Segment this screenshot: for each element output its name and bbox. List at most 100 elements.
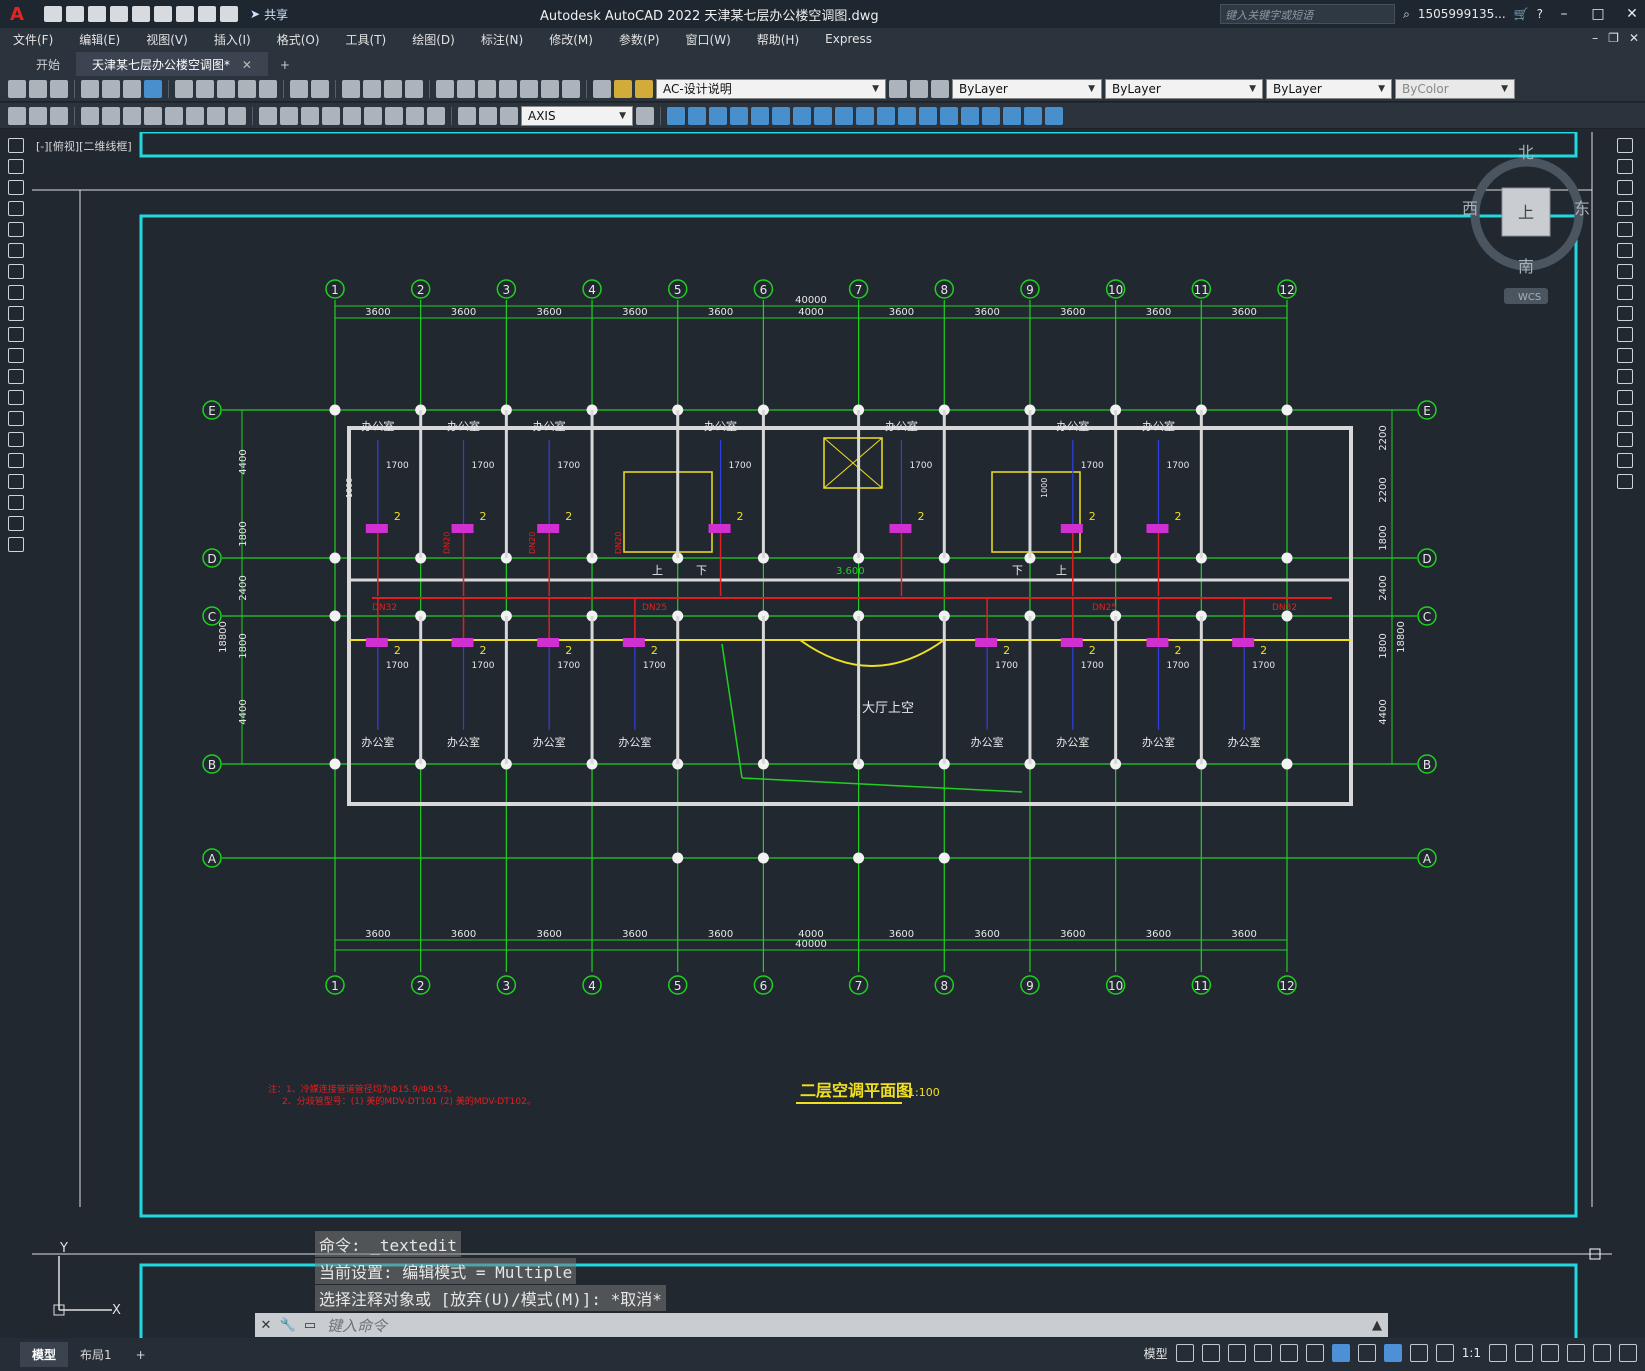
baseline-icon[interactable] [280,106,298,125]
preview-icon[interactable] [102,79,120,98]
publish-icon[interactable] [123,79,141,98]
sheet-set-icon[interactable] [499,79,517,98]
new-tab-button[interactable]: + [268,54,302,76]
lineweight-icon[interactable] [1357,1344,1376,1362]
mtext-icon[interactable] [8,516,24,531]
chevron-up-icon[interactable]: ▲ [1366,1318,1388,1333]
line-icon[interactable] [8,138,24,153]
cone-icon[interactable] [709,106,727,125]
menu-help[interactable]: 帮助(H) [744,31,812,48]
polyline-icon[interactable] [8,180,24,195]
plotstyle-dropdown[interactable]: ByColor ▼ [1395,78,1515,99]
plot-icon[interactable] [176,6,194,22]
subtract-icon[interactable] [919,106,937,125]
hardware-acceleration-icon[interactable] [1567,1344,1585,1362]
snap-icon[interactable] [1201,1344,1220,1362]
menu-parametric[interactable]: 参数(P) [606,31,673,48]
spline-icon[interactable] [8,306,24,321]
menu-draw[interactable]: 绘图(D) [399,31,468,48]
ellipse-arc-icon[interactable] [8,348,24,363]
sweep-icon[interactable] [856,106,874,125]
cart-icon[interactable]: 🛒 [1514,7,1529,21]
auto-scale-icon[interactable] [1435,1344,1454,1362]
viewcube-west[interactable]: 西 [1462,199,1478,218]
gear-icon[interactable] [1489,1344,1507,1362]
calculator-icon[interactable] [541,79,559,98]
trim-icon[interactable] [1617,327,1633,342]
array-icon[interactable] [1617,222,1633,237]
search-input[interactable]: 键入关键字或短语 [1220,4,1396,24]
save-as-icon[interactable] [110,6,128,22]
customize-icon[interactable]: 🔧 [277,1318,299,1333]
print-icon[interactable] [81,79,99,98]
ordinate-icon[interactable] [144,106,162,125]
inspection-icon[interactable] [406,106,424,125]
doc-minimize-button[interactable]: – [1592,31,1598,45]
explode-icon[interactable] [1617,474,1633,489]
tolerance-icon[interactable] [364,106,382,125]
color-dropdown[interactable]: ByLayer ▼ [952,78,1102,99]
tab-layout1[interactable]: 布局1 [68,1342,124,1367]
viewcube[interactable]: 上 北 南 东 西 WCS [1462,143,1590,304]
linear-dim-icon[interactable] [81,106,99,125]
slice-icon[interactable] [961,106,979,125]
pyramid-icon[interactable] [793,106,811,125]
fillet-icon[interactable] [1617,432,1633,447]
rotate-icon[interactable] [1617,264,1633,279]
add-layout-button[interactable]: + [124,1344,158,1366]
new-file-icon[interactable] [44,6,62,22]
erase-icon[interactable] [1617,138,1633,153]
make-block-icon[interactable] [8,390,24,405]
help-icon[interactable] [562,79,580,98]
object-snap-icon[interactable] [1331,1344,1350,1362]
arc-length-icon[interactable] [123,106,141,125]
diameter-icon[interactable] [207,106,225,125]
close-cmdline-icon[interactable]: ✕ [255,1318,277,1333]
layer-freeze-icon[interactable] [635,79,653,98]
search-icon[interactable]: ⌕ [1403,7,1410,22]
tab-start[interactable]: 开始 [20,52,76,76]
grid-icon[interactable] [1175,1344,1194,1362]
block-editor-icon[interactable] [259,79,277,98]
polar-icon[interactable] [1253,1344,1272,1362]
web-icon[interactable] [144,79,162,98]
zoom-previous-icon[interactable] [405,79,423,98]
maximize-button[interactable]: □ [1585,6,1611,22]
tab-drawing[interactable]: 天津某七层办公楼空调图* ✕ [76,52,268,76]
undo-icon[interactable] [290,79,308,98]
quick-dim-icon[interactable] [259,106,277,125]
menu-dimension[interactable]: 标注(N) [468,31,536,48]
cut-icon[interactable] [175,79,193,98]
dim-space-icon[interactable] [322,106,340,125]
menu-view[interactable]: 视图(V) [133,31,201,48]
table-icon[interactable] [50,106,68,125]
arc-icon[interactable] [8,243,24,258]
jogged-icon[interactable] [186,106,204,125]
save-icon[interactable] [88,6,106,22]
section-icon[interactable] [982,106,1000,125]
center-mark-icon[interactable] [385,106,403,125]
help-icon[interactable]: ? [1537,7,1543,21]
zoom-window-icon[interactable] [384,79,402,98]
menu-icon[interactable] [1619,1344,1637,1362]
dimstyle-dropdown[interactable]: AXIS ▼ [521,105,633,126]
command-input[interactable]: 键入命令 [321,1315,1366,1336]
doc-close-button[interactable]: ✕ [1629,31,1639,45]
pan-icon[interactable] [342,79,360,98]
cylinder-icon[interactable] [751,106,769,125]
layer-properties-icon[interactable] [593,79,611,98]
viewcube-east[interactable]: 东 [1574,199,1590,218]
revolve-icon[interactable] [835,106,853,125]
annotation-visibility-icon[interactable] [1409,1344,1428,1362]
union-icon[interactable] [898,106,916,125]
dim-edit-icon[interactable] [458,106,476,125]
hatch-icon[interactable] [8,432,24,447]
menu-window[interactable]: 窗口(W) [673,31,744,48]
properties-icon[interactable] [436,79,454,98]
3d-rotate-icon[interactable] [1024,106,1042,125]
layer-dropdown[interactable]: AC-设计说明 ▼ [656,78,886,99]
annotation-scale[interactable]: 1:1 [1462,1346,1481,1360]
extend-icon[interactable] [1617,348,1633,363]
dim-update-icon[interactable] [500,106,518,125]
chamfer-icon[interactable] [1617,411,1633,426]
